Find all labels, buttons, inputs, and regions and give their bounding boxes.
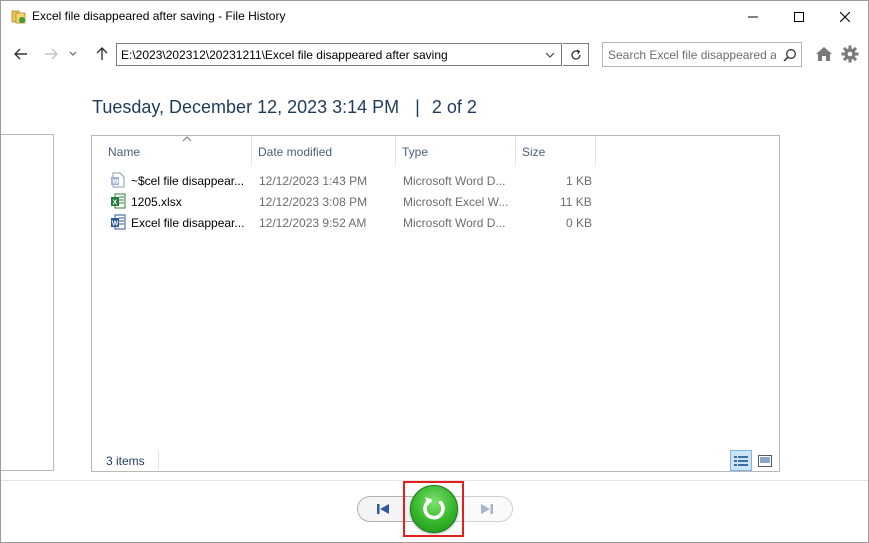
file-name: Excel file disappear...: [131, 216, 245, 230]
recent-locations-button[interactable]: [65, 42, 81, 66]
minimize-button[interactable]: [730, 1, 776, 32]
forward-button[interactable]: [41, 42, 61, 66]
file-history-app-icon: [11, 9, 27, 24]
title-bar: Excel file disappeared after saving - Fi…: [1, 1, 868, 32]
file-date: 12/12/2023 9:52 AM: [259, 216, 367, 230]
search-input[interactable]: Search Excel file disappeared a...: [608, 48, 776, 62]
chevron-down-icon: [69, 51, 77, 56]
home-icon: [816, 47, 832, 61]
search-icon[interactable]: [783, 48, 797, 62]
skip-previous-icon: [377, 504, 389, 514]
file-size: 0 KB: [566, 216, 593, 230]
window-title: Excel file disappeared after saving - Fi…: [32, 9, 286, 23]
search-box[interactable]: Search Excel file disappeared a...: [602, 42, 802, 67]
up-arrow-icon: [96, 47, 108, 60]
snapshot-heading: Tuesday, December 12, 2023 3:14 PM | 2 of …: [92, 97, 477, 118]
column-name-label: Name: [108, 145, 141, 159]
home-button[interactable]: [814, 44, 834, 64]
column-header-name[interactable]: Name: [102, 136, 252, 166]
details-view-icon: [734, 455, 748, 466]
skip-next-icon: [481, 504, 493, 514]
chevron-down-icon: [545, 52, 555, 58]
navigation-bar: E:\2023\202312\20231211\Excel file disap…: [1, 38, 868, 70]
file-type: Microsoft Word D...: [403, 174, 506, 188]
heading-separator: |: [415, 97, 420, 117]
maximize-button[interactable]: [776, 1, 822, 32]
item-count: 3 items: [106, 454, 145, 468]
details-view-button[interactable]: [730, 450, 752, 471]
settings-button[interactable]: [840, 44, 860, 64]
file-row[interactable]: W Excel file disappear... 12/12/2023 9:5…: [106, 212, 606, 233]
status-separator: [158, 451, 159, 469]
close-button[interactable]: [822, 1, 868, 32]
address-bar[interactable]: E:\2023\202312\20231211\Excel file disap…: [116, 43, 562, 66]
file-row[interactable]: X 1205.xlsx 12/12/2023 3:08 PM Microsoft…: [106, 191, 606, 212]
back-button[interactable]: [11, 42, 31, 66]
previous-snapshot-pane[interactable]: [1, 134, 54, 471]
file-history-window: Excel file disappeared after saving - Fi…: [0, 0, 869, 543]
large-icons-view-button[interactable]: [754, 450, 776, 471]
column-header-type[interactable]: Type: [396, 136, 516, 166]
file-row[interactable]: W ~$cel file disappear... 12/12/2023 1:4…: [106, 170, 606, 191]
svg-text:W: W: [112, 220, 119, 227]
column-header-date-modified[interactable]: Date modified: [252, 136, 396, 166]
column-size-label: Size: [522, 145, 546, 159]
restore-highlight-box: [403, 481, 464, 537]
word-file-icon: W: [110, 214, 126, 230]
refresh-button[interactable]: [563, 43, 589, 66]
address-dropdown-button[interactable]: [539, 44, 561, 65]
forward-arrow-icon: [45, 48, 58, 60]
file-type: Microsoft Excel W...: [403, 195, 509, 209]
column-type-label: Type: [402, 145, 429, 159]
excel-file-icon: X: [110, 193, 126, 209]
word-temp-file-icon: W: [110, 172, 126, 188]
file-type: Microsoft Word D...: [403, 216, 506, 230]
column-date-label: Date modified: [258, 145, 333, 159]
column-header-size[interactable]: Size: [516, 136, 596, 166]
file-size: 11 KB: [560, 195, 592, 209]
gear-icon: [841, 45, 859, 63]
file-list-pane: Name Date modified Type Size W ~$cel fil…: [91, 135, 780, 472]
sort-ascending-icon: [182, 136, 192, 142]
svg-text:W: W: [113, 179, 120, 186]
file-date: 12/12/2023 3:08 PM: [259, 195, 368, 209]
file-name: 1205.xlsx: [131, 195, 182, 209]
file-name: ~$cel file disappear...: [131, 174, 245, 188]
snapshot-position: 2 of 2: [431, 97, 477, 117]
file-size: 1 KB: [566, 174, 593, 188]
snapshot-date: Tuesday, December 12, 2023 3:14 PM: [92, 97, 400, 117]
refresh-icon: [570, 48, 581, 60]
svg-text:X: X: [113, 199, 118, 206]
address-path: E:\2023\202312\20231211\Excel file disap…: [121, 48, 448, 62]
back-arrow-icon: [14, 48, 27, 60]
file-date: 12/12/2023 1:43 PM: [259, 174, 368, 188]
large-icons-view-icon: [758, 454, 772, 467]
up-button[interactable]: [92, 42, 112, 66]
